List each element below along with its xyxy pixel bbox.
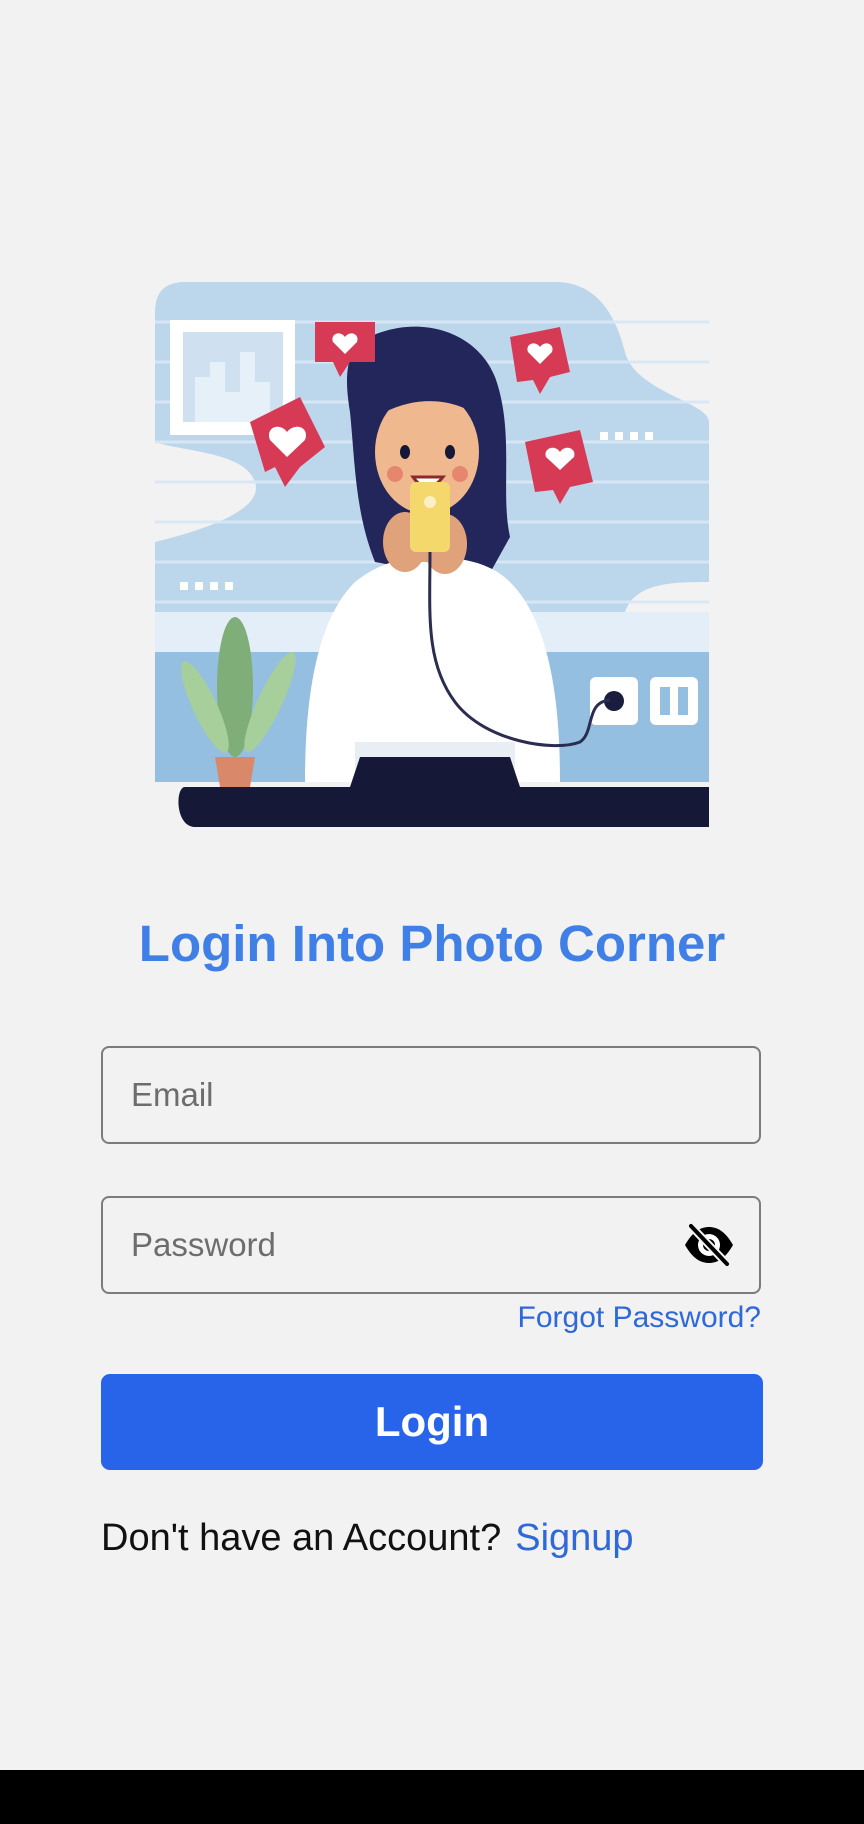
password-field-container[interactable]: [101, 1196, 761, 1294]
page-title: Login Into Photo Corner: [138, 915, 726, 972]
forgot-password-link[interactable]: Forgot Password?: [518, 1300, 761, 1336]
floor-shape: [178, 787, 709, 827]
eye-off-icon[interactable]: [683, 1222, 735, 1268]
selfie-illustration: [155, 282, 709, 827]
email-field-container[interactable]: [101, 1046, 761, 1144]
phone: [410, 482, 450, 552]
signup-link[interactable]: Signup: [515, 1517, 633, 1559]
login-screen: Login Into Photo Corner Forgot Password?…: [0, 0, 864, 1770]
password-input[interactable]: [131, 1198, 691, 1292]
signup-prompt: Don't have an Account?: [101, 1517, 502, 1559]
email-input[interactable]: [131, 1048, 691, 1142]
system-navigation-bar: [0, 1770, 864, 1824]
signup-row: Don't have an Account? Signup: [101, 1515, 634, 1561]
login-button[interactable]: Login: [101, 1374, 763, 1470]
